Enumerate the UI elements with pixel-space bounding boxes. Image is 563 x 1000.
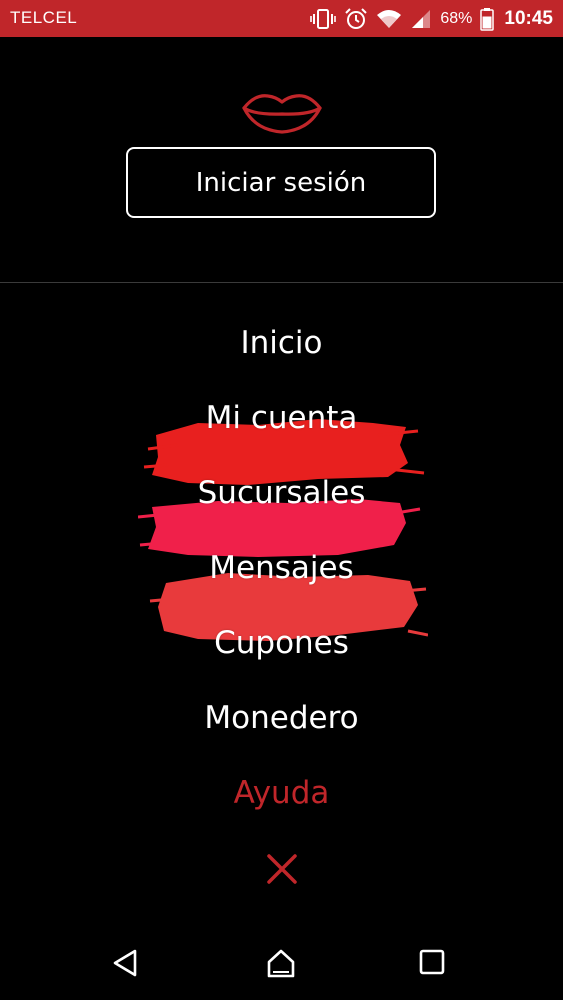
vibrate-icon <box>310 8 337 30</box>
battery-percent: 68% <box>440 9 473 27</box>
battery-icon <box>480 7 495 31</box>
status-bar: TELCEL 68% 10:45 <box>0 0 563 37</box>
cell-signal-icon <box>410 8 432 30</box>
carrier-name: TELCEL <box>10 8 78 27</box>
home-icon[interactable] <box>265 948 297 984</box>
alarm-icon <box>344 7 368 31</box>
divider <box>0 282 563 283</box>
menu-item-mensajes[interactable]: Mensajes <box>0 548 563 588</box>
close-icon[interactable] <box>266 853 298 889</box>
wifi-icon <box>376 8 402 30</box>
lips-icon <box>241 90 323 142</box>
menu-item-sucursales[interactable]: Sucursales <box>0 473 563 513</box>
menu-item-ayuda[interactable]: Ayuda <box>0 773 563 813</box>
menu-item-mi-cuenta[interactable]: Mi cuenta <box>0 398 563 438</box>
menu-item-monedero[interactable]: Monedero <box>0 698 563 738</box>
clock: 10:45 <box>504 7 553 29</box>
login-button[interactable]: Iniciar sesión <box>126 147 436 218</box>
status-icons: 68% 10:45 <box>310 0 553 37</box>
back-icon[interactable] <box>110 948 140 982</box>
menu-item-inicio[interactable]: Inicio <box>0 323 563 363</box>
navigation-bar <box>0 930 563 1000</box>
menu-item-cupones[interactable]: Cupones <box>0 623 563 663</box>
recents-icon[interactable] <box>418 948 446 980</box>
login-button-label: Iniciar sesión <box>195 167 367 198</box>
